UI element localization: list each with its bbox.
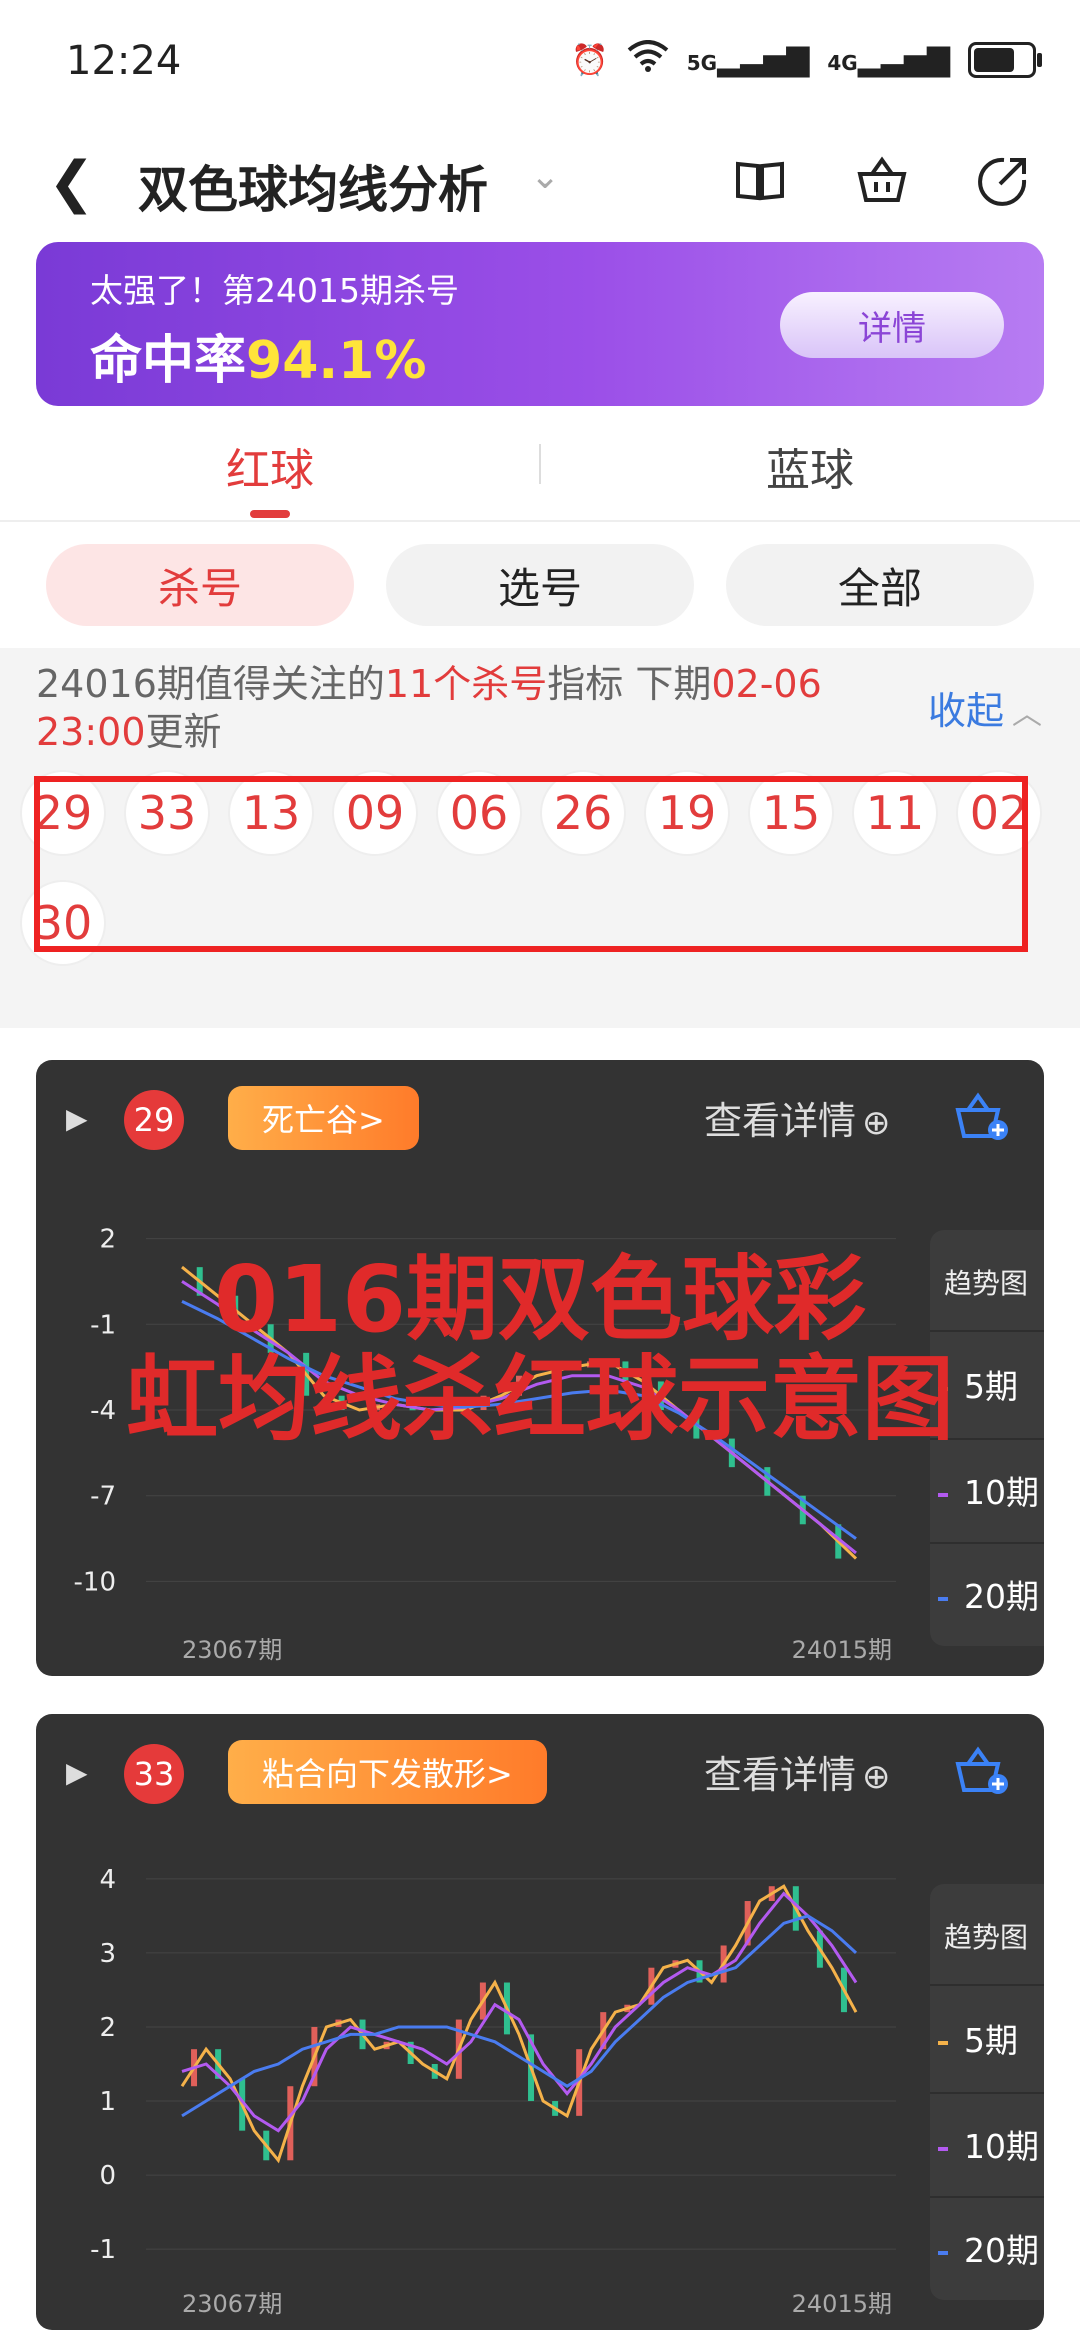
legend-5[interactable]: 5期 [938,2014,1018,2062]
series-line-5期 [181,1265,858,1560]
ball-tabs: 红球 蓝球 [0,420,1080,522]
tab-red-ball[interactable]: 红球 [120,434,420,498]
pill-kill[interactable]: 杀号 [46,544,354,626]
legend-5-label: 5期 [964,1367,1018,1406]
banner-line1: 太强了！第24015期杀号 [90,271,459,310]
ma-chart-1: 2 -1 -4 -7 -10 23067期 24015期 [74,1225,896,1664]
y-tick-label: -7 [90,1482,116,1512]
legend-10[interactable]: 10期 [938,1466,1039,1514]
series-line-5期 [180,1884,858,2164]
y-tick-label: -1 [90,2235,116,2265]
series-line-10期 [181,1280,857,1555]
y-tick-label: 1 [99,2087,116,2117]
trend-legend: 趋势图 5期 10期 20期 [930,1884,1044,2300]
legend-title: 趋势图 [944,1921,1029,1954]
notice-part1: 24016期值得关注的 [36,662,385,706]
trend-legend: 趋势图 5期 10期 20期 [930,1230,1044,1646]
view-detail-label: 查看详情 [704,1753,857,1797]
notice-text: 24016期值得关注的11个杀号指标 下期02-06 23:00更新 [36,660,896,756]
wifi-icon [627,40,669,80]
tab-indicator [250,510,290,518]
notice-count: 11个杀号 [384,662,548,706]
legend-20-label: 20期 [964,2231,1039,2270]
ma-card-1: ▶ 29 死亡谷> 查看详情 ⊕ 2 -1 -4 -7 -10 23067期 24015期 趋… [36,1060,1044,1676]
collapse-button[interactable]: 收起 ︿ [928,680,1042,735]
y-tick-label: 0 [99,2161,116,2191]
alarm-icon: ⏰ [571,42,609,78]
ma-chart-2: 4 3 2 1 0 -1 23067期 24015期 [90,1865,896,2318]
signal-5g-icon: 5G▂▃▅▇ [686,42,810,78]
hit-rate-banner[interactable]: 太强了！第24015期杀号 命中率94.1% 详情 [36,242,1044,406]
legend-5-label: 5期 [964,2021,1018,2060]
legend-5[interactable]: 5期 [938,1360,1018,1408]
notice-part2: 指标 下期 [547,662,712,706]
x-axis-label: 23067期 [182,1636,282,1664]
zoom-in-icon: ⊕ [862,1103,891,1143]
y-tick-label: -1 [90,1310,116,1340]
ma-card-2: ▶ 33 粘合向下发散形> 查看详情 ⊕ 4 3 2 1 0 -1 23067期 24015期 … [36,1714,1044,2330]
app-header: ❮ 双色球均线分析 ⌄ [0,120,1080,240]
chevron-up-icon: ︿ [1012,697,1042,732]
pattern-tag[interactable]: 粘合向下发散形> [228,1740,547,1804]
filter-pills: 杀号 选号 全部 [0,522,1080,648]
collapse-label: 收起 [927,689,1004,733]
tab-divider [539,444,541,484]
zoom-in-icon: ⊕ [862,1757,891,1797]
hit-rate-value: 94.1% [246,331,427,391]
play-icon[interactable]: ▶ [66,1102,88,1135]
notice-part3: 更新 [145,710,222,754]
add-basket-icon[interactable] [954,1742,1010,1798]
hit-rate-label: 命中率 [90,331,247,391]
legend-20-label: 20期 [964,1577,1039,1616]
series-line-20期 [181,1914,858,2118]
tab-blue-ball[interactable]: 蓝球 [660,434,960,498]
x-axis-label: 24015期 [792,2290,892,2318]
kill-notice: 24016期值得关注的11个杀号指标 下期02-06 23:00更新 收起 ︿ 2… [0,648,1080,1028]
view-detail-label: 查看详情 [704,1099,857,1143]
legend-10[interactable]: 10期 [938,2120,1039,2168]
status-time: 12:24 [66,38,182,84]
pill-select[interactable]: 选号 [386,544,694,626]
x-axis-label: 24015期 [792,1636,892,1664]
add-basket-icon[interactable] [954,1088,1010,1144]
legend-title: 趋势图 [944,1267,1029,1300]
back-icon[interactable]: ❮ [48,150,95,215]
network-5g-label: 5G [686,50,718,75]
pattern-tag[interactable]: 死亡谷> [228,1086,419,1150]
legend-10-label: 10期 [964,2127,1039,2166]
legend-20[interactable]: 20期 [938,1570,1039,1618]
legend-20[interactable]: 20期 [938,2224,1039,2272]
status-bar: 12:24 ⏰ 5G▂▃▅▇ 4G▂▃▅▇ [0,0,1080,120]
view-detail-link[interactable]: 查看详情 ⊕ [704,1090,891,1145]
view-detail-link[interactable]: 查看详情 ⊕ [704,1744,891,1799]
legend-10-label: 10期 [964,1473,1039,1512]
status-icons: ⏰ 5G▂▃▅▇ 4G▂▃▅▇ [571,40,1042,80]
basket-icon[interactable] [852,150,912,210]
x-axis-label: 23067期 [182,2290,282,2318]
ball-number: 29 [124,1090,184,1150]
play-icon[interactable]: ▶ [66,1756,88,1789]
battery-icon [968,42,1042,78]
chevron-down-icon[interactable]: ⌄ [530,156,560,197]
y-tick-label: 3 [99,1939,116,1969]
detail-button[interactable]: 详情 [780,292,1004,358]
y-tick-label: -4 [90,1396,116,1426]
highlight-box [34,776,1028,952]
y-tick-label: 4 [99,1865,116,1895]
y-tick-label: -10 [74,1567,116,1597]
series-line-20期 [181,1300,857,1540]
pill-all[interactable]: 全部 [726,544,1034,626]
banner-line2: 命中率94.1% [90,318,426,393]
series-line-10期 [181,1891,858,2133]
share-icon[interactable] [974,150,1034,210]
ball-number: 33 [124,1744,184,1804]
book-icon[interactable] [730,150,790,210]
signal-4g-icon: 4G▂▃▅▇ [827,42,950,78]
y-tick-label: 2 [99,1225,116,1255]
page-title[interactable]: 双色球均线分析 [138,150,488,222]
y-tick-label: 2 [99,2013,116,2043]
network-4g-label: 4G [827,50,858,75]
